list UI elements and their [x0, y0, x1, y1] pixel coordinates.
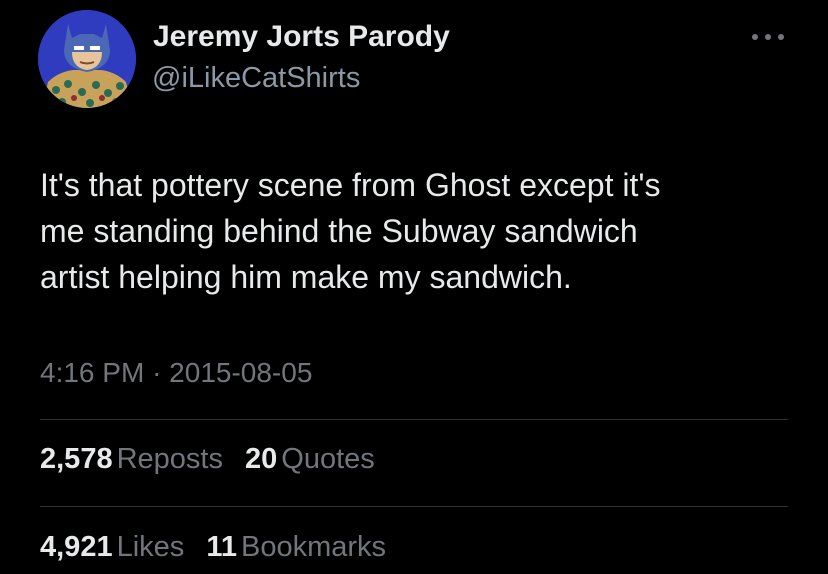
bookmarks-label: Bookmarks: [241, 531, 387, 563]
tweet-date: 2015-08-05: [169, 357, 313, 388]
reposts-count: 2,578: [40, 443, 113, 475]
stats-row-likes-bookmarks: 4,921 Likes 11 Bookmarks: [40, 531, 400, 564]
author-handle[interactable]: @iLikeCatShirts: [152, 62, 360, 95]
bookmarks-count: 11: [206, 531, 238, 563]
meta-separator: ·: [152, 357, 162, 388]
divider: [40, 506, 788, 507]
tweet-time: 4:16 PM: [40, 357, 145, 388]
avatar[interactable]: [38, 10, 136, 108]
tweet-text: It's that pottery scene from Ghost excep…: [40, 167, 661, 295]
divider: [40, 419, 788, 420]
tweet-detail: Jeremy Jorts Parody @iLikeCatShirts It's…: [0, 0, 828, 574]
quotes-label: Quotes: [281, 443, 375, 475]
likes-label: Likes: [116, 531, 185, 563]
quotes-stat[interactable]: 20 Quotes: [245, 443, 375, 475]
bookmarks-stat[interactable]: 11 Bookmarks: [206, 531, 386, 563]
reposts-stat[interactable]: 2,578 Reposts: [40, 443, 223, 475]
tweet-timestamp[interactable]: 4:16 PM · 2015-08-05: [40, 357, 312, 389]
dot: [778, 34, 784, 40]
quotes-count: 20: [245, 443, 278, 475]
likes-count: 4,921: [40, 531, 113, 563]
dot: [765, 34, 771, 40]
reposts-label: Reposts: [116, 443, 223, 475]
stats-row-reposts-quotes: 2,578 Reposts 20 Quotes: [40, 443, 389, 476]
dot: [752, 34, 758, 40]
likes-stat[interactable]: 4,921 Likes: [40, 531, 184, 563]
author-name[interactable]: Jeremy Jorts Parody: [153, 20, 450, 54]
more-options-icon[interactable]: [748, 26, 788, 48]
batman-avatar-icon: [38, 10, 136, 108]
